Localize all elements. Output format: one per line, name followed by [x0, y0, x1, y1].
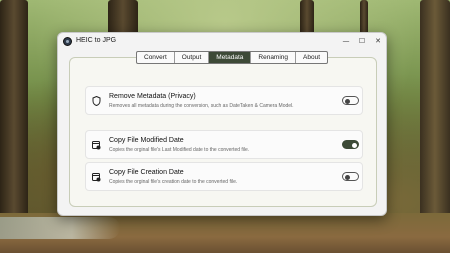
calendar-edit-icon	[92, 140, 101, 150]
tab-renaming[interactable]: Renaming	[251, 52, 297, 63]
setting-description: Removes all metadata during the conversi…	[109, 103, 294, 109]
shield-icon	[92, 95, 101, 107]
app-icon	[63, 37, 72, 46]
window-title: HEIC to JPG	[76, 37, 117, 44]
setting-copy-modified-date: Copy File Modified Date Copies the orgin…	[85, 130, 363, 159]
setting-title: Remove Metadata (Privacy)	[109, 93, 196, 100]
setting-title: Copy File Modified Date	[109, 137, 184, 144]
toggle-knob	[345, 98, 350, 104]
toggle-knob	[352, 142, 357, 148]
calendar-add-icon	[92, 172, 101, 182]
tab-bar: Convert Output Metadata Renaming About	[136, 51, 329, 64]
tab-convert[interactable]: Convert	[137, 52, 175, 63]
close-button[interactable]: ✕	[372, 35, 384, 47]
setting-remove-metadata: Remove Metadata (Privacy) Removes all me…	[85, 86, 363, 115]
minimize-button[interactable]: —	[340, 35, 352, 47]
copy-modified-date-toggle[interactable]	[342, 140, 359, 149]
toggle-knob	[345, 174, 350, 180]
tab-about[interactable]: About	[296, 52, 327, 63]
setting-description: Copies the orginal file's creation date …	[109, 179, 238, 185]
app-window: HEIC to JPG — ☐ ✕ Remove Metadata (Priva…	[57, 32, 387, 216]
wallpaper-river	[0, 217, 120, 239]
tab-metadata[interactable]: Metadata	[209, 52, 252, 63]
tab-output[interactable]: Output	[175, 52, 210, 63]
setting-copy-creation-date: Copy File Creation Date Copies the orgin…	[85, 162, 363, 191]
maximize-button[interactable]: ☐	[356, 35, 368, 47]
metadata-panel: Remove Metadata (Privacy) Removes all me…	[69, 57, 377, 207]
remove-metadata-toggle[interactable]	[342, 96, 359, 105]
title-bar[interactable]: HEIC to JPG — ☐ ✕	[58, 33, 386, 50]
setting-description: Copies the orginal file's Last Modified …	[109, 147, 250, 153]
setting-title: Copy File Creation Date	[109, 169, 184, 176]
copy-creation-date-toggle[interactable]	[342, 172, 359, 181]
